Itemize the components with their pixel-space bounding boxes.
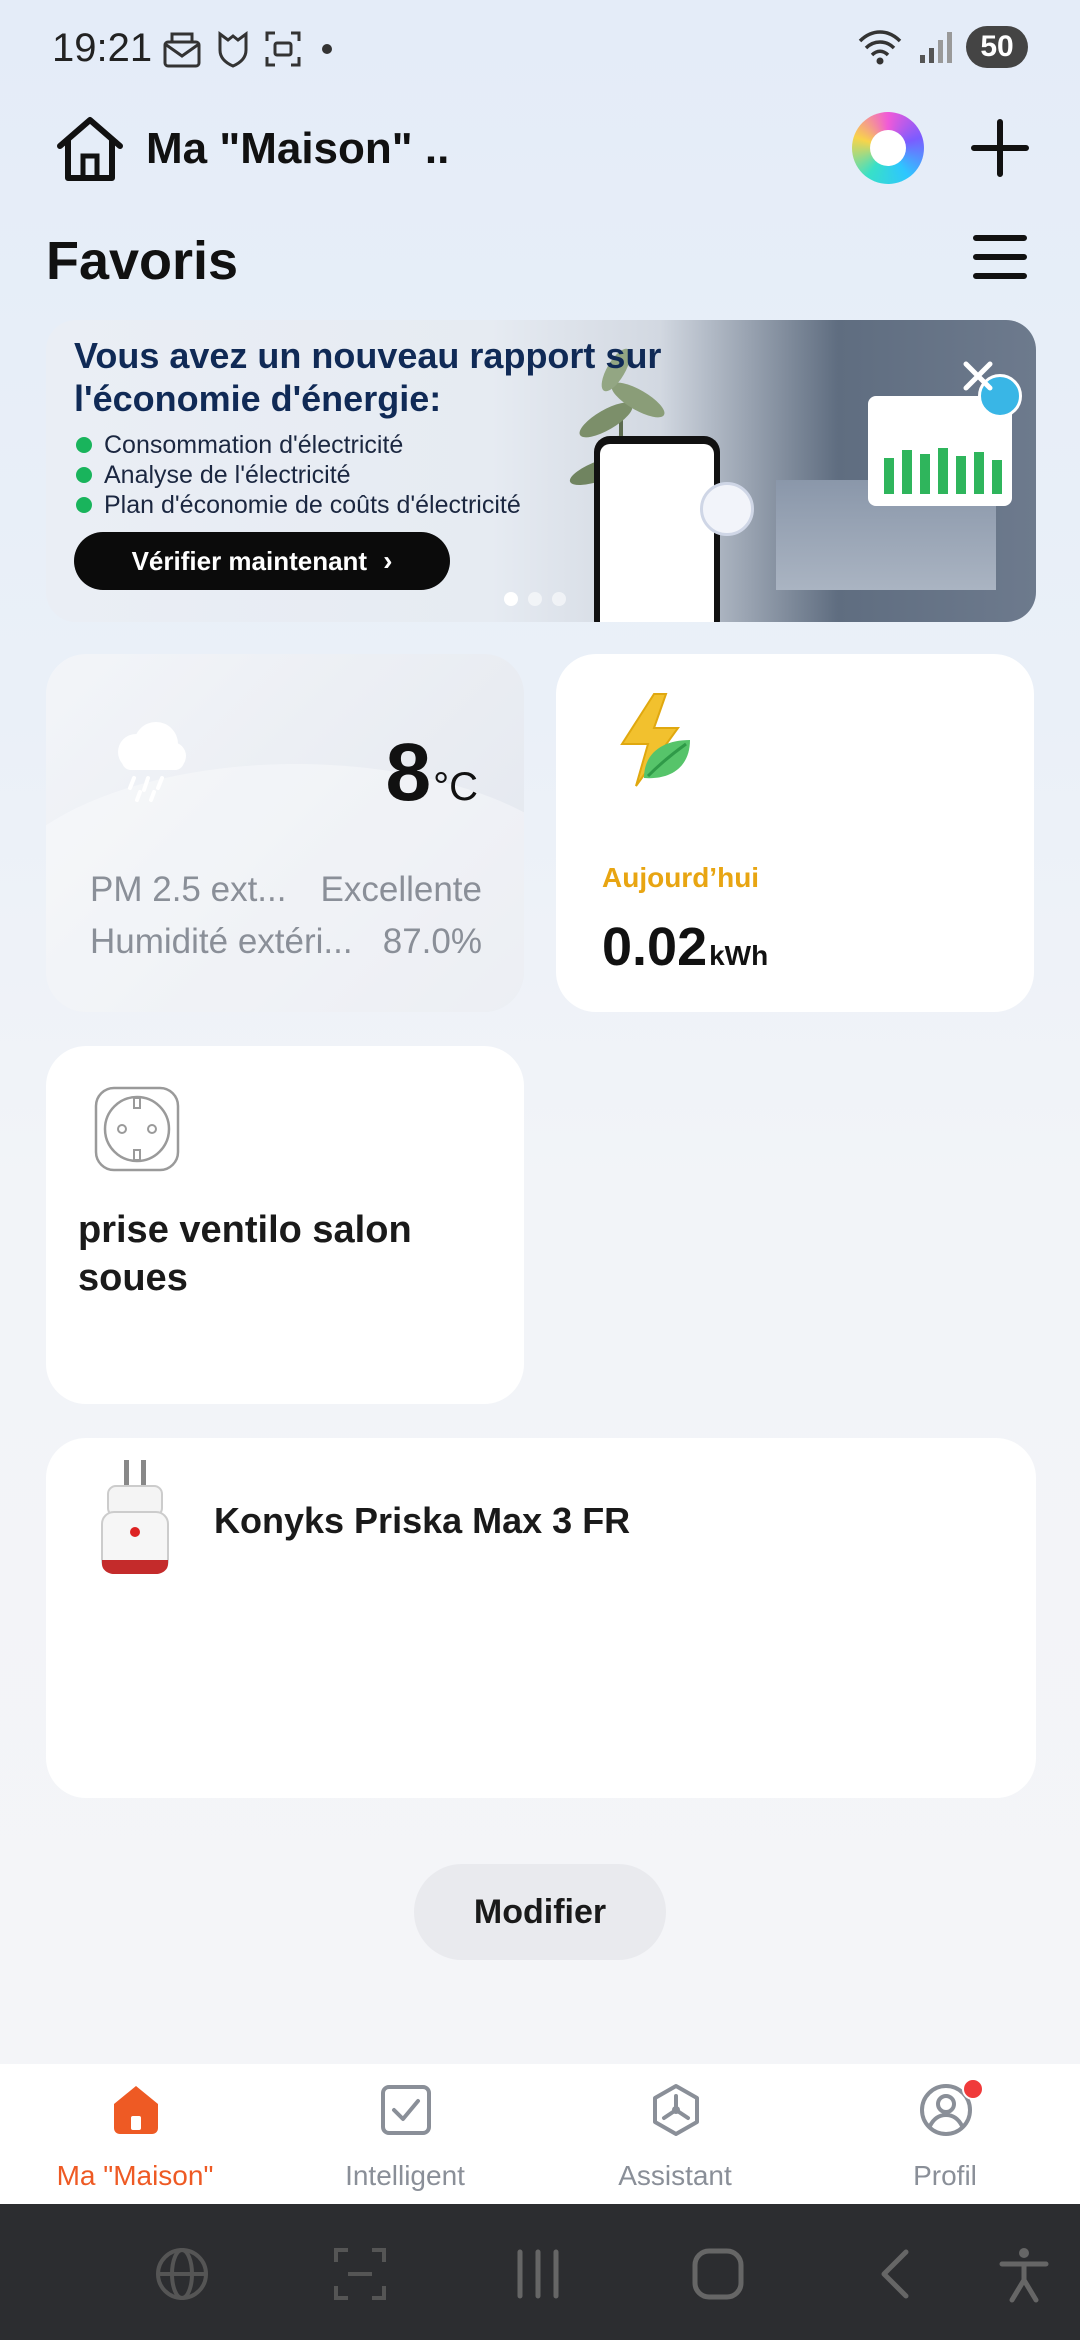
carousel-dot[interactable] xyxy=(528,592,542,606)
scan-icon[interactable] xyxy=(330,2244,390,2304)
signal-icon xyxy=(920,32,952,63)
weather-card[interactable]: 8 °C PM 2.5 ext... Excellente Humidité e… xyxy=(46,654,524,1012)
banner-bullet: Analyse de l'électricité xyxy=(76,460,521,490)
energy-value: 0.02 xyxy=(602,917,708,977)
temperature: 8 °C xyxy=(386,726,479,820)
carousel-dot[interactable] xyxy=(504,592,518,606)
weather-row-pm25: PM 2.5 ext... Excellente xyxy=(90,870,482,910)
home-icon xyxy=(114,2086,158,2134)
banner-bullet: Plan d'économie de coûts d'électricité xyxy=(76,490,521,520)
robot-icon xyxy=(700,482,754,536)
temperature-unit: °C xyxy=(433,765,478,809)
notification-dot xyxy=(322,44,332,54)
device-name: prise ventilo salon soues xyxy=(78,1209,412,1299)
energy-reading: 0.02 kWh xyxy=(602,916,768,978)
check-icon xyxy=(76,467,92,483)
weather-row-value: 87.0% xyxy=(382,922,482,961)
socket-icon xyxy=(94,1086,180,1172)
nav-label: Profil xyxy=(913,2160,977,2191)
status-icons-left xyxy=(162,30,332,68)
weather-row-humidity: Humidité extéri... 87.0% xyxy=(90,922,482,962)
accessibility-icon[interactable] xyxy=(994,2244,1054,2304)
nav-item-home[interactable]: Ma "Maison" xyxy=(0,2064,270,2204)
energy-report-banner[interactable]: Vous avez un nouveau rapport sur l'écono… xyxy=(46,320,1036,622)
checkbox-icon xyxy=(381,2085,431,2135)
close-icon[interactable] xyxy=(958,356,998,396)
banner-bullet: Consommation d'électricité xyxy=(76,430,521,460)
weather-row-label: PM 2.5 ext... xyxy=(90,870,287,909)
home-icon[interactable] xyxy=(52,112,128,188)
bottom-nav: Ma "Maison" Intelligent Assistant Profil xyxy=(0,2064,1080,2204)
screenshot-icon xyxy=(265,31,301,67)
device-card-konyks[interactable]: Konyks Priska Max 3 FR xyxy=(46,1438,1036,1798)
notification-badge xyxy=(962,2078,984,2100)
nav-item-assistant[interactable]: Assistant xyxy=(540,2064,810,2204)
wifi-icon xyxy=(858,30,902,65)
status-bar: 19:21 50 xyxy=(0,0,1080,100)
add-icon[interactable] xyxy=(970,118,1030,178)
check-now-button[interactable]: Vérifier maintenant › xyxy=(74,532,450,590)
status-icons-right: 50 xyxy=(856,26,1028,68)
recent-apps-icon[interactable] xyxy=(508,2244,568,2304)
back-icon[interactable] xyxy=(868,2244,928,2304)
rain-cloud-icon xyxy=(118,722,186,802)
energy-unit: kWh xyxy=(709,940,769,971)
temperature-value: 8 xyxy=(385,727,432,818)
banner-bullet-list: Consommation d'électricité Analyse de l'… xyxy=(76,430,521,520)
edit-button[interactable]: Modifier xyxy=(414,1864,666,1960)
assistant-icon xyxy=(653,2084,699,2136)
energy-card[interactable]: Aujourd’hui 0.02 kWh xyxy=(556,654,1034,1012)
nav-label: Intelligent xyxy=(345,2160,465,2191)
check-icon xyxy=(76,437,92,453)
nav-label: Assistant xyxy=(618,2160,732,2191)
chevron-right-icon: › xyxy=(383,545,393,576)
home-selector[interactable]: Ma "Maison" .. xyxy=(146,124,449,174)
list-icon[interactable] xyxy=(970,232,1030,282)
device-name: Konyks Priska Max 3 FR xyxy=(214,1500,631,1541)
favorites-title: Favoris xyxy=(46,231,239,291)
home-button-icon[interactable] xyxy=(688,2244,748,2304)
status-time: 19:21 xyxy=(52,26,153,70)
mail-icon xyxy=(163,32,201,68)
phone-image xyxy=(594,436,720,622)
shield-icon xyxy=(218,31,248,68)
nav-item-intelligent[interactable]: Intelligent xyxy=(270,2064,540,2204)
smart-plug-icon xyxy=(101,1460,169,1574)
banner-title: Vous avez un nouveau rapport sur l'écono… xyxy=(74,335,662,419)
check-icon xyxy=(76,497,92,513)
device-card-prise-ventilo[interactable]: prise ventilo salon soues xyxy=(46,1046,524,1404)
carousel-dot[interactable] xyxy=(552,592,566,606)
system-nav-bar xyxy=(0,2204,1080,2340)
nav-item-profil[interactable]: Profil xyxy=(810,2064,1080,2204)
weather-row-value: Excellente xyxy=(320,870,482,909)
energy-period-label: Aujourd’hui xyxy=(602,862,760,893)
weather-row-label: Humidité extéri... xyxy=(90,922,353,961)
ai-assistant-icon[interactable] xyxy=(852,112,924,184)
carousel-dots xyxy=(504,592,566,606)
app-header: Ma "Maison" .. xyxy=(0,100,1080,200)
nav-label: Ma "Maison" xyxy=(56,2160,214,2191)
globe-icon[interactable] xyxy=(152,2244,212,2304)
energy-leaf-icon xyxy=(620,693,690,787)
battery-icon: 50 xyxy=(966,26,1028,68)
